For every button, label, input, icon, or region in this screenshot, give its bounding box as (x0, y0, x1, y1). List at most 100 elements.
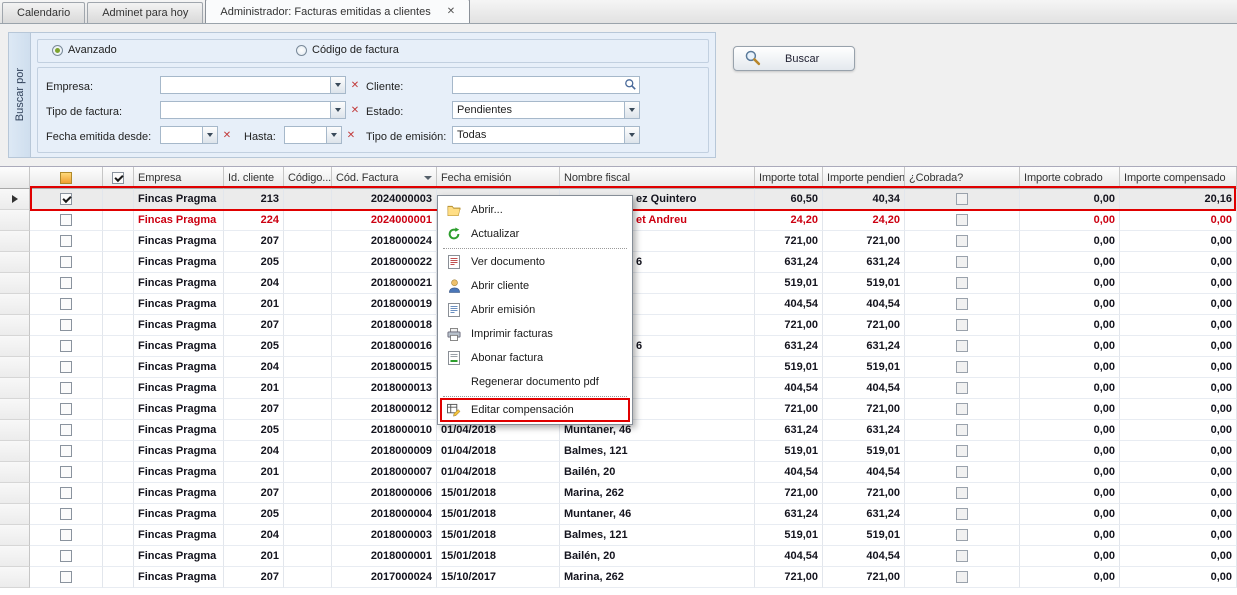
table-row[interactable]: Fincas Pragma201201800000115/01/2018Bail… (0, 546, 1237, 567)
tab-adminet-para-hoy[interactable]: Adminet para hoy (87, 2, 203, 23)
chevron-down-icon[interactable] (202, 127, 217, 143)
chevron-down-icon[interactable] (624, 127, 639, 143)
cell-cod-factura: 2018000022 (332, 252, 437, 273)
header-importe-total[interactable]: Importe total (755, 167, 823, 189)
tab-administrador-facturas[interactable]: Administrador: Facturas emitidas a clien… (205, 0, 470, 23)
chevron-down-icon[interactable] (330, 102, 345, 118)
cobrada-checkbox[interactable] (905, 483, 1020, 504)
cobrada-checkbox[interactable] (905, 315, 1020, 336)
header-cobrada[interactable]: ¿Cobrada? (905, 167, 1020, 189)
header-codigo[interactable]: Código... (284, 167, 332, 189)
row-select-checkbox[interactable] (30, 336, 103, 357)
cobrada-checkbox[interactable] (905, 567, 1020, 588)
header-nombre-fiscal[interactable]: Nombre fiscal (560, 167, 755, 189)
cobrada-checkbox[interactable] (905, 252, 1020, 273)
cobrada-checkbox[interactable] (905, 294, 1020, 315)
header-importe-pendiente[interactable]: Importe pendiente (823, 167, 905, 189)
buscar-button[interactable]: Buscar (733, 46, 855, 71)
clear-empresa-icon[interactable]: ✕ (348, 76, 362, 94)
row-select-checkbox[interactable] (30, 567, 103, 588)
radio-avanzado[interactable]: Avanzado (52, 44, 117, 56)
row-select-checkbox[interactable] (30, 420, 103, 441)
cobrada-checkbox[interactable] (905, 231, 1020, 252)
chevron-down-icon[interactable] (624, 102, 639, 118)
header-empresa[interactable]: Empresa (134, 167, 224, 189)
cobrada-checkbox[interactable] (905, 210, 1020, 231)
tipo-emision-combobox[interactable]: Todas (452, 126, 640, 144)
menu-item-abonar-factura[interactable]: Abonar factura (440, 346, 630, 370)
chevron-down-icon[interactable] (330, 77, 345, 93)
row-select-checkbox[interactable] (30, 525, 103, 546)
tipo-factura-combobox[interactable] (160, 101, 346, 119)
clear-fecha-desde-icon[interactable]: ✕ (220, 126, 234, 144)
cobrada-checkbox[interactable] (905, 504, 1020, 525)
row-selector (0, 252, 30, 273)
row-select-checkbox[interactable] (30, 504, 103, 525)
row-select-checkbox[interactable] (30, 462, 103, 483)
row-select-checkbox[interactable] (30, 315, 103, 336)
cobrada-checkbox[interactable] (905, 336, 1020, 357)
menu-item-ver-documento[interactable]: Ver documento (440, 250, 630, 274)
cobrada-checkbox[interactable] (905, 441, 1020, 462)
table-row[interactable]: Fincas Pragma204201800000901/04/2018Balm… (0, 441, 1237, 462)
cobrada-checkbox[interactable] (905, 378, 1020, 399)
row-select-checkbox[interactable] (30, 210, 103, 231)
empresa-combobox[interactable] (160, 76, 346, 94)
cobrada-checkbox[interactable] (905, 399, 1020, 420)
header-importe-compensado[interactable]: Importe compensado (1120, 167, 1237, 189)
table-row[interactable]: Fincas Pragma201201800000701/04/2018Bail… (0, 462, 1237, 483)
row-select-checkbox[interactable] (30, 441, 103, 462)
row-select-checkbox[interactable] (30, 273, 103, 294)
menu-item-imprimir-facturas[interactable]: Imprimir facturas (440, 322, 630, 346)
row-select-checkbox[interactable] (30, 252, 103, 273)
menu-item-editar-compensacion[interactable]: Editar compensación (440, 398, 630, 422)
filter-dropdown-icon[interactable] (424, 176, 432, 180)
fecha-desde-datepicker[interactable] (160, 126, 218, 144)
clear-hasta-icon[interactable]: ✕ (344, 126, 358, 144)
row-select-checkbox[interactable] (30, 483, 103, 504)
row-select-checkbox[interactable] (30, 357, 103, 378)
menu-item-abrir-cliente[interactable]: Abrir cliente (440, 274, 630, 298)
estado-combobox[interactable]: Pendientes (452, 101, 640, 119)
radio-codigo-de-factura[interactable]: Código de factura (296, 44, 399, 56)
cobrada-checkbox[interactable] (905, 420, 1020, 441)
cobrada-checkbox[interactable] (905, 357, 1020, 378)
row-select-checkbox[interactable] (30, 546, 103, 567)
menu-item-abrir[interactable]: Abrir... (440, 198, 630, 222)
hasta-datepicker[interactable] (284, 126, 342, 144)
header-select-column[interactable] (30, 167, 103, 189)
cobrada-checkbox[interactable] (905, 546, 1020, 567)
table-row[interactable]: Fincas Pragma207201700002415/10/2017Mari… (0, 567, 1237, 588)
menu-item-abrir-emision[interactable]: Abrir emisión (440, 298, 630, 322)
table-row[interactable]: Fincas Pragma207201800000615/01/2018Mari… (0, 483, 1237, 504)
header-cod-factura[interactable]: Cód. Factura (332, 167, 437, 189)
cell-id-cliente: 204 (224, 357, 284, 378)
header-fecha-emision[interactable]: Fecha emisión (437, 167, 560, 189)
cliente-input[interactable] (452, 76, 640, 94)
buscar-por-side-tab[interactable]: Buscar por (9, 33, 31, 157)
row-select-checkbox[interactable] (30, 378, 103, 399)
close-icon[interactable]: ✕ (447, 6, 455, 17)
row-select-checkbox[interactable] (30, 189, 103, 210)
clear-tipo-factura-icon[interactable]: ✕ (348, 101, 362, 119)
fecha-desde-label: Fecha emitida desde: (46, 128, 151, 146)
chevron-down-icon[interactable] (326, 127, 341, 143)
cobrada-checkbox[interactable] (905, 189, 1020, 210)
header-id-cliente[interactable]: Id. cliente (224, 167, 284, 189)
header-importe-cobrado[interactable]: Importe cobrado (1020, 167, 1120, 189)
header-checkmark-column[interactable] (103, 167, 134, 189)
cobrada-checkbox[interactable] (905, 525, 1020, 546)
row-select-checkbox[interactable] (30, 231, 103, 252)
menu-item-actualizar[interactable]: Actualizar (440, 222, 630, 246)
table-row[interactable]: Fincas Pragma204201800000315/01/2018Balm… (0, 525, 1237, 546)
row-selector (0, 273, 30, 294)
row-select-checkbox[interactable] (30, 399, 103, 420)
row-select-checkbox[interactable] (30, 294, 103, 315)
document-view-icon (444, 254, 464, 270)
cobrada-checkbox[interactable] (905, 273, 1020, 294)
menu-item-regenerar-documento-pdf[interactable]: Regenerar documento pdf (440, 370, 630, 394)
tab-calendario[interactable]: Calendario (2, 2, 85, 23)
cobrada-checkbox[interactable] (905, 462, 1020, 483)
search-magnifier-icon[interactable] (624, 78, 637, 94)
table-row[interactable]: Fincas Pragma205201800000415/01/2018Munt… (0, 504, 1237, 525)
